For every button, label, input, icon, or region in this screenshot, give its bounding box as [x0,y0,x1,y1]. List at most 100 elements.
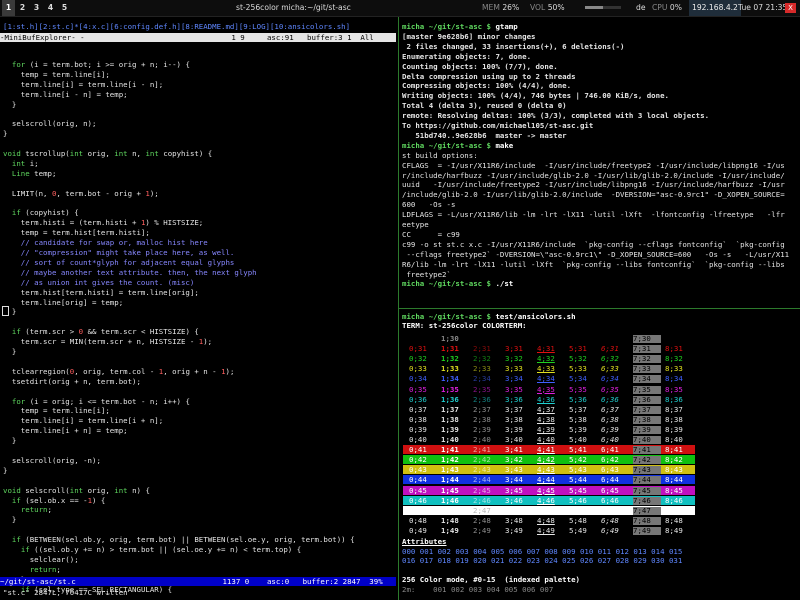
code-line: // maybe another text attribute. then, t… [3,267,257,277]
color-cell: 7;30 [633,335,661,343]
color-cell: 6;43 [601,465,619,475]
vim-pane[interactable]: [1:st.h][2:st.c]*[4:x.c][6:config.def.h]… [0,17,398,600]
color-cell: 0;39 [409,424,427,434]
prompt-line: micha ~/git/st-asc $ ./st [402,280,513,288]
color-cell: 1;37 [441,404,459,414]
code-line: term.line[i] = term.line[i + n]; [3,416,164,426]
color-cell: 2;48 [473,515,491,525]
color-cell: 8;42 [665,455,683,465]
color-cell: 8;49 [665,525,683,535]
color-cell: 4;49 [537,525,555,535]
command: test/ansicolors.sh [495,312,576,321]
code-line: selscroll(orig, n); [3,119,97,129]
output-line: Enumerating objects: 7, done. [402,51,532,61]
color-cell: 8;34 [665,374,683,384]
color-cell: 1;34 [441,374,459,384]
code-line: temp = term.hist[term.histi]; [3,228,150,238]
output-line: Compressing objects: 100% (4/4), done. [402,81,572,91]
color-cell: 3;37 [505,404,523,414]
color-cell: 2;37 [473,404,491,414]
color-cell: 3;34 [505,374,523,384]
code-line: return; [29,564,61,574]
color-cell: 8;41 [665,445,683,455]
output-line: 600 -Os -s [402,200,456,210]
color-cell: 2;47 [473,505,491,515]
vol-value: 50% [547,3,565,12]
workspace-3[interactable]: 3 [30,0,43,16]
output-line: --cflags freetype2` -DVERSION=\"asc-0.9r… [402,249,790,259]
color-cell: 0;35 [409,384,427,394]
color-cell: 4;41 [537,445,555,455]
output-line: To https://github.com/michael105/st-asc.… [402,121,594,130]
color-cell: 8;43 [665,465,683,475]
color-cell: 5;41 [569,445,587,455]
color-cell: 4;33 [537,364,555,374]
color-cell: 6;34 [601,374,619,384]
color-cell: 3;45 [505,485,523,495]
prompt: micha ~/git/st-asc $ [402,312,496,321]
color-cell: 7;42 [633,456,661,465]
color-cell: 3;32 [505,354,523,364]
terminal-bottom[interactable]: micha ~/git/st-asc $ test/ansicolors.sh … [399,309,800,600]
mem-label: MEM [482,3,500,12]
color-cell: 2;41 [473,445,491,455]
code-line: } [3,99,17,109]
output-line: 51bd740..9e628b6 master -> master [402,130,567,140]
color-cell: 5;43 [569,465,587,475]
workspace-1[interactable]: 1 [2,0,15,16]
color-cell: 3;33 [505,364,523,374]
color-cell: 2;31 [473,344,491,354]
color-cell: 8;46 [665,495,683,505]
volume-bar[interactable] [585,6,621,9]
attributes-row-2: 016 017 018 019 020 021 022 023 024 025 … [402,556,683,565]
color-cell: 1;36 [441,394,459,404]
color-cell: 5;48 [569,515,587,525]
cpu-value: 0% [669,3,682,12]
color-cell: 5;33 [569,364,587,374]
color-cell: 3;36 [505,394,523,404]
color-cell: 7;38 [633,415,661,424]
color-cell: 3;49 [505,525,523,535]
code-line: term.line[i - n] = temp; [3,89,128,99]
color-cell: 2;39 [473,424,491,434]
prompt-line: micha ~/git/st-asc $ make [402,140,514,150]
color-cell: 4;42 [537,455,555,465]
color-cell: 5;38 [569,414,587,424]
command: ./st [495,279,514,289]
workspace-2[interactable]: 2 [16,0,29,16]
color-cell: 7;34 [633,375,661,384]
color-cell: 0;46 [409,495,427,505]
color-cell: 0;31 [409,344,427,354]
close-icon[interactable]: X [785,3,796,13]
color-cell: 5;32 [569,354,587,364]
workspace-4[interactable]: 4 [44,0,57,16]
output-line: freetype2` [402,269,451,279]
color-cell: 1;41 [441,445,459,455]
color-cell: 0;41 [409,445,427,455]
command: make [495,140,514,150]
color-cell: 6;42 [601,455,619,465]
code-line: for (i = orig; i <= term.bot - n; i++) { [11,396,190,406]
color-cell: 5;46 [569,495,587,505]
color-cell: 5;49 [569,525,587,535]
color-cell: 6;36 [601,394,619,404]
vol-label: VOL [530,3,546,12]
buffer-tabs[interactable]: [1:st.h][2:st.c]*[4:x.c][6:config.def.h]… [3,23,350,31]
color-cell: 0;32 [409,354,427,364]
color-cell: 6;37 [601,404,619,414]
output-line: CFLAGS = -I/usr/X11R6/include -I/usr/inc… [402,160,785,170]
color-cell: 2;43 [473,465,491,475]
color-cell: 7;41 [633,446,661,455]
color-cell: 6;44 [601,475,619,485]
workspace-5[interactable]: 5 [58,0,71,16]
terminal-top[interactable]: micha ~/git/st-asc $ gtamp [master 9e628b… [399,17,800,308]
color-cell: 6;48 [601,515,619,525]
color-cell: 6;38 [601,414,619,424]
color-cell: 2;44 [473,475,491,485]
color-cell: 6;40 [601,435,619,444]
color-cell: 4;45 [537,485,555,495]
code-line: tsetdirt(orig + n, term.bot); [3,376,141,386]
color-cell: 6;45 [601,485,619,495]
color-cell: 4;38 [537,414,555,424]
code-line: return; [20,505,52,515]
